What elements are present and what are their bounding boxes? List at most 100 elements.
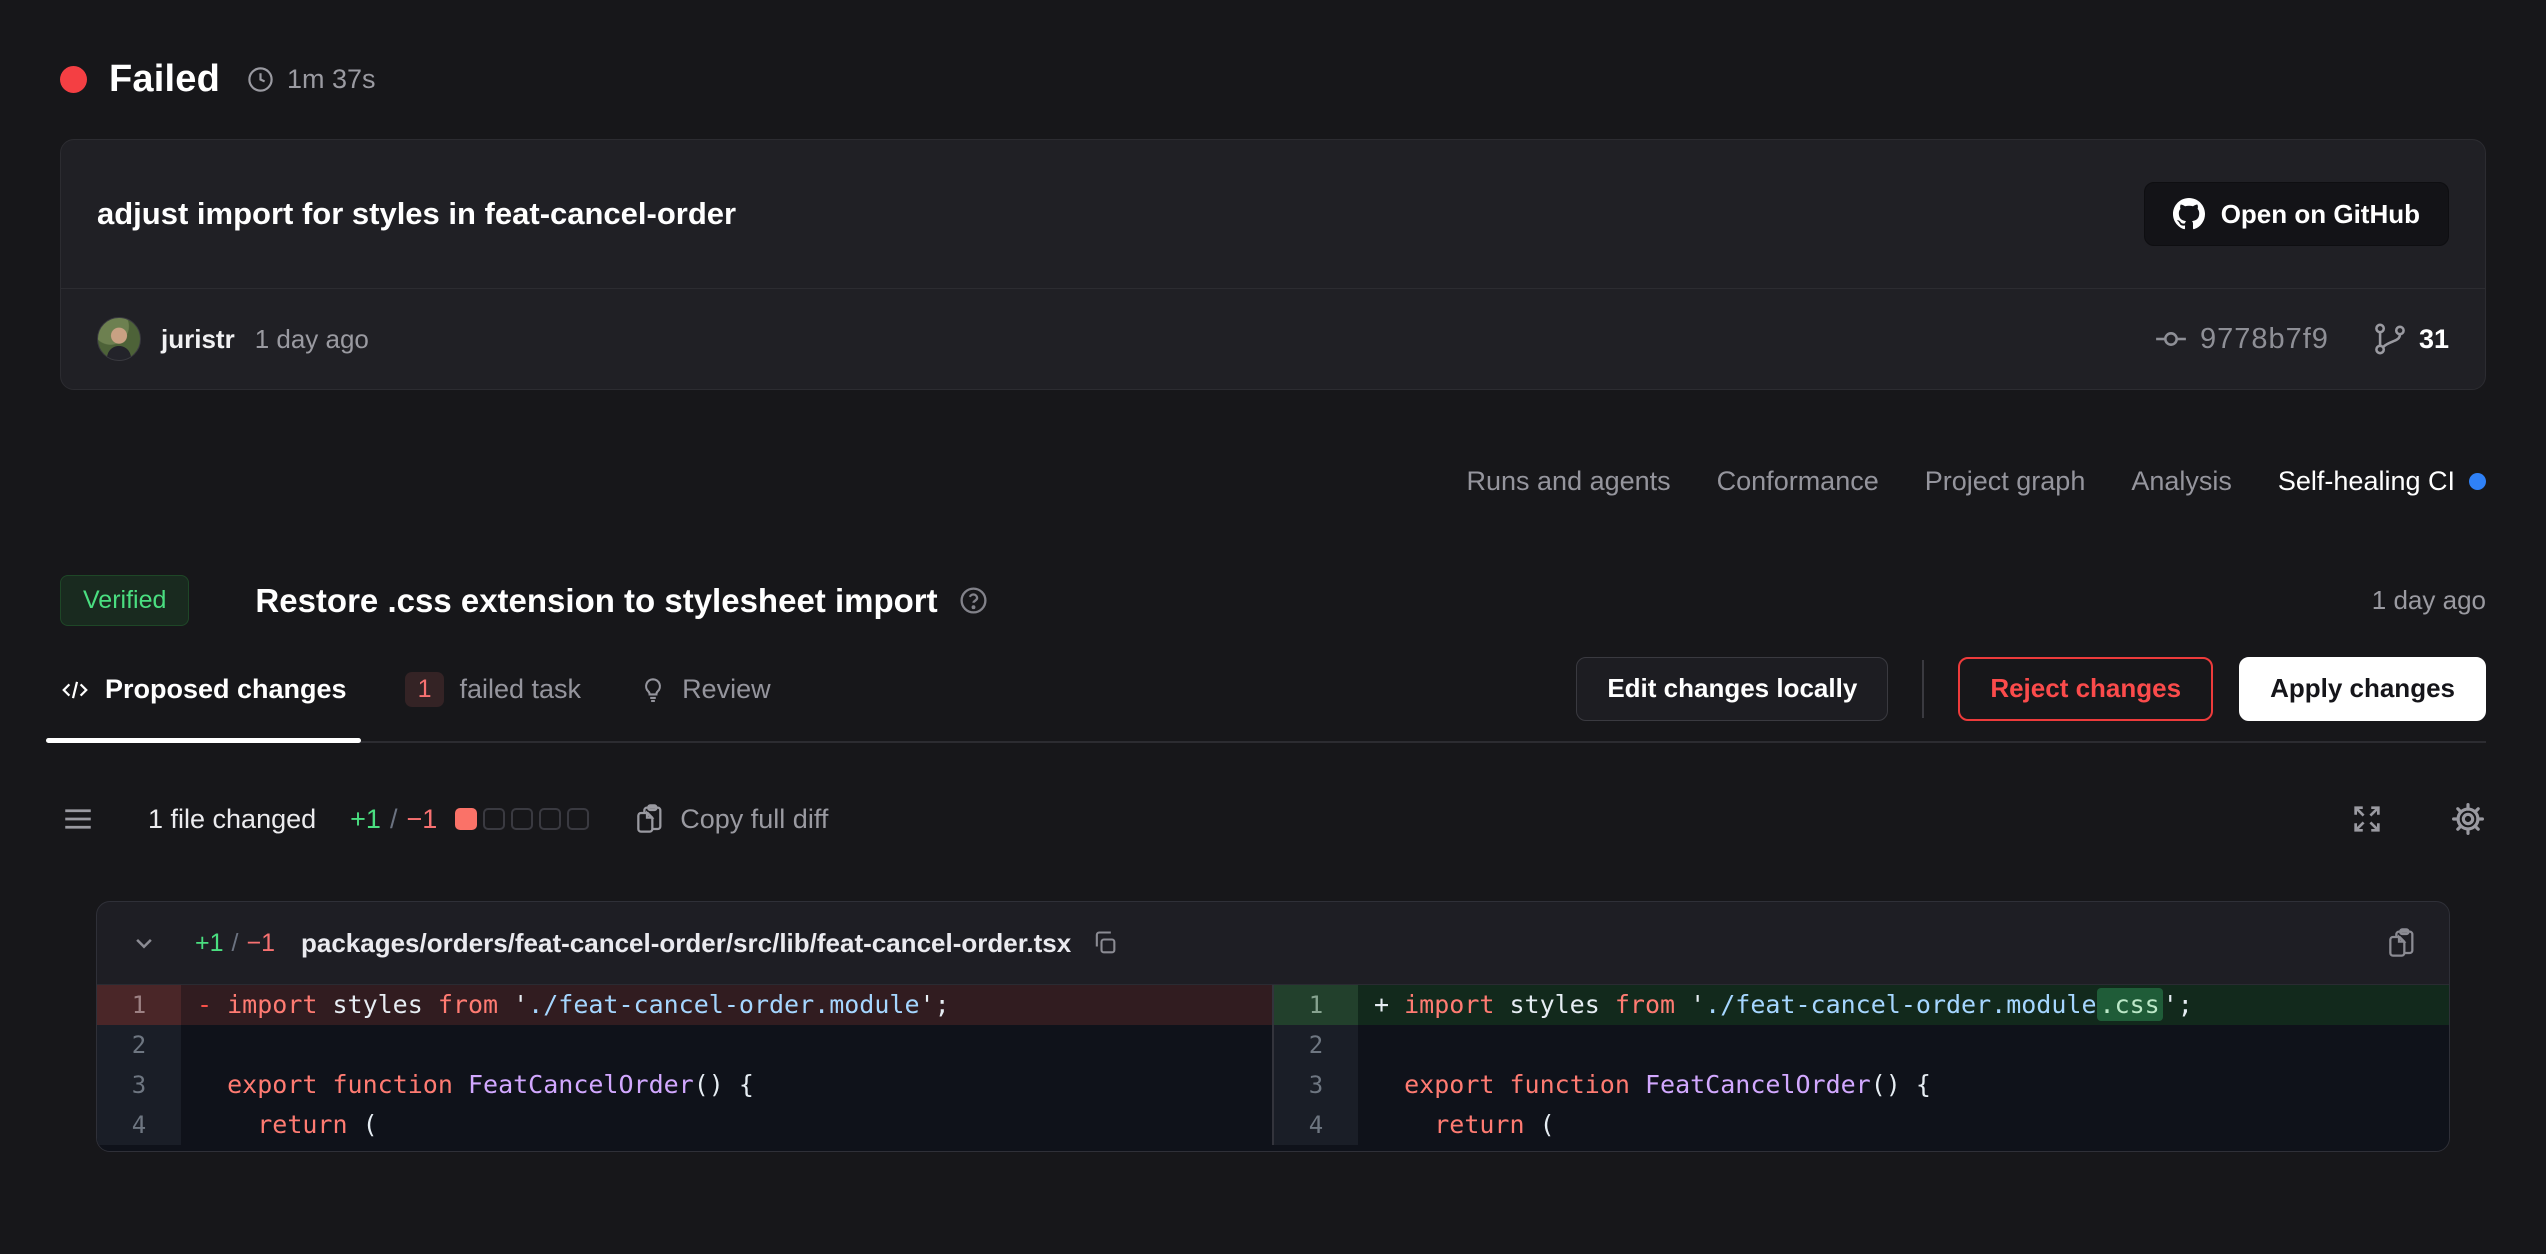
diff-line: 3 export function FeatCancelOrder() { <box>97 1065 1272 1105</box>
diff-stat-block <box>455 808 477 830</box>
fix-tabs: Proposed changes 1 failed task Review <box>60 656 771 741</box>
line-number: 2 <box>97 1025 181 1065</box>
code-content: export function FeatCancelOrder() { <box>181 1065 1272 1105</box>
file-stat-summary: +1 / −1 <box>195 929 275 958</box>
diff-line: 3 export function FeatCancelOrder() { <box>1274 1065 2449 1105</box>
diff-line: 2 <box>1274 1025 2449 1065</box>
code-content <box>1358 1025 2449 1065</box>
copy-file-path-icon[interactable] <box>1091 929 1119 957</box>
copy-full-diff-label: Copy full diff <box>680 804 828 835</box>
reject-changes-button[interactable]: Reject changes <box>1958 657 2213 721</box>
nav-item[interactable]: Self-healing CI <box>2278 466 2486 497</box>
branch-count-group: 31 <box>2373 322 2449 356</box>
clock-icon <box>246 65 275 94</box>
commit-time: 1 day ago <box>255 324 369 355</box>
diff-line: 4 return ( <box>1274 1105 2449 1145</box>
actions-divider <box>1922 660 1924 718</box>
commit-hash-link[interactable]: 9778b7f9 <box>2154 322 2329 356</box>
diff-toolbar: 1 file changed +1 / −1 Copy full diff <box>60 801 2486 837</box>
commit-card: adjust import for styles in feat-cancel-… <box>60 139 2486 390</box>
files-changed-label: 1 file changed <box>148 804 316 835</box>
file-stat-separator: / <box>232 929 239 958</box>
commit-title-row: adjust import for styles in feat-cancel-… <box>61 140 2485 288</box>
author-avatar <box>97 317 141 361</box>
author-name: juristr <box>161 324 235 355</box>
fix-time: 1 day ago <box>2372 585 2486 616</box>
git-commit-icon <box>2154 322 2188 356</box>
commit-meta-row: juristr 1 day ago 9778b7f9 31 <box>61 289 2485 389</box>
deletions-count: −1 <box>406 804 437 835</box>
line-number: 1 <box>97 985 181 1025</box>
top-nav: Runs and agents Conformance Project graph A… <box>60 466 2486 497</box>
copy-full-diff-button[interactable]: Copy full diff <box>633 803 828 835</box>
self-healing-ci-page: Failed 1m 37s adjust import for styles i… <box>0 0 2546 1254</box>
file-path: packages/orders/feat-cancel-order/src/li… <box>301 928 1071 959</box>
verified-badge: Verified <box>60 575 189 626</box>
code-content: + import styles from './feat-cancel-orde… <box>1358 985 2449 1025</box>
code-content: - import styles from './feat-cancel-orde… <box>181 985 1272 1025</box>
run-duration: 1m 37s <box>287 64 376 95</box>
line-number: 3 <box>97 1065 181 1105</box>
diff-stat-block <box>567 808 589 830</box>
copy-file-diff-icon[interactable] <box>2385 927 2417 959</box>
diff-line: 1- import styles from './feat-cancel-ord… <box>97 985 1272 1025</box>
tab-review-label: Review <box>682 674 771 705</box>
nav-item[interactable]: Analysis <box>2131 466 2232 497</box>
diff-settings-gear-icon[interactable] <box>2450 801 2486 837</box>
diff-line: 2 <box>97 1025 1272 1065</box>
fix-actions: Edit changes locally Reject changes Appl… <box>1576 657 2486 741</box>
code-content: return ( <box>1358 1105 2449 1145</box>
tab-proposed-changes[interactable]: Proposed changes <box>60 656 347 741</box>
diff-stat-summary: +1 / −1 <box>350 804 437 835</box>
fix-title: Restore .css extension to stylesheet imp… <box>255 582 937 620</box>
commit-meta-right: 9778b7f9 31 <box>2154 322 2449 356</box>
lightbulb-icon <box>639 676 667 704</box>
line-number: 4 <box>1274 1105 1358 1145</box>
nav-item[interactable]: Runs and agents <box>1467 466 1671 497</box>
diff-pane-after: 1+ import styles from './feat-cancel-ord… <box>1274 985 2449 1145</box>
branch-count: 31 <box>2419 324 2449 355</box>
git-branch-icon <box>2373 322 2407 356</box>
diff-line: 4 return ( <box>97 1105 1272 1145</box>
diff-stat-block <box>539 808 561 830</box>
diff-stat-block <box>483 808 505 830</box>
nav-item[interactable]: Project graph <box>1925 466 2086 497</box>
tab-proposed-changes-label: Proposed changes <box>105 674 347 705</box>
file-additions: +1 <box>195 929 224 958</box>
open-on-github-label: Open on GitHub <box>2221 199 2420 230</box>
tab-failed-task[interactable]: 1 failed task <box>405 656 581 741</box>
line-number: 1 <box>1274 985 1358 1025</box>
clipboard-icon <box>633 803 665 835</box>
edit-changes-locally-button[interactable]: Edit changes locally <box>1576 657 1888 721</box>
failed-task-count-badge: 1 <box>405 672 445 707</box>
line-number: 4 <box>97 1105 181 1145</box>
line-number: 2 <box>1274 1025 1358 1065</box>
file-list-menu-icon[interactable] <box>60 801 96 837</box>
diff-line: 1+ import styles from './feat-cancel-ord… <box>1274 985 2449 1025</box>
help-icon[interactable] <box>958 585 989 616</box>
run-status-label: Failed <box>109 58 220 101</box>
stat-separator: / <box>390 804 398 835</box>
open-on-github-button[interactable]: Open on GitHub <box>2144 182 2449 246</box>
diff-pane-before: 1- import styles from './feat-cancel-ord… <box>97 985 1274 1145</box>
commit-message: adjust import for styles in feat-cancel-… <box>97 196 736 232</box>
nav-item[interactable]: Conformance <box>1717 466 1879 497</box>
diff-stat-blocks <box>455 808 589 830</box>
diff-toolbar-right <box>2350 801 2486 837</box>
code-content: return ( <box>181 1105 1272 1145</box>
chevron-down-icon[interactable] <box>129 928 159 958</box>
code-icon <box>60 675 90 705</box>
file-deletions: −1 <box>246 929 275 958</box>
diff-code-area: 1- import styles from './feat-cancel-ord… <box>97 984 2449 1151</box>
github-icon <box>2173 198 2205 230</box>
diff-panel: +1 / −1 packages/orders/feat-cancel-orde… <box>96 901 2450 1152</box>
additions-count: +1 <box>350 804 381 835</box>
diff-stat-block <box>511 808 533 830</box>
tabs-row: Proposed changes 1 failed task Review Ed… <box>60 656 2486 743</box>
expand-fullscreen-icon[interactable] <box>2350 802 2384 836</box>
tab-review[interactable]: Review <box>639 656 771 741</box>
apply-changes-button[interactable]: Apply changes <box>2239 657 2486 721</box>
run-status-bar: Failed 1m 37s <box>0 0 2546 101</box>
code-content: export function FeatCancelOrder() { <box>1358 1065 2449 1105</box>
fix-heading-row: Verified Restore .css extension to style… <box>60 575 2486 626</box>
